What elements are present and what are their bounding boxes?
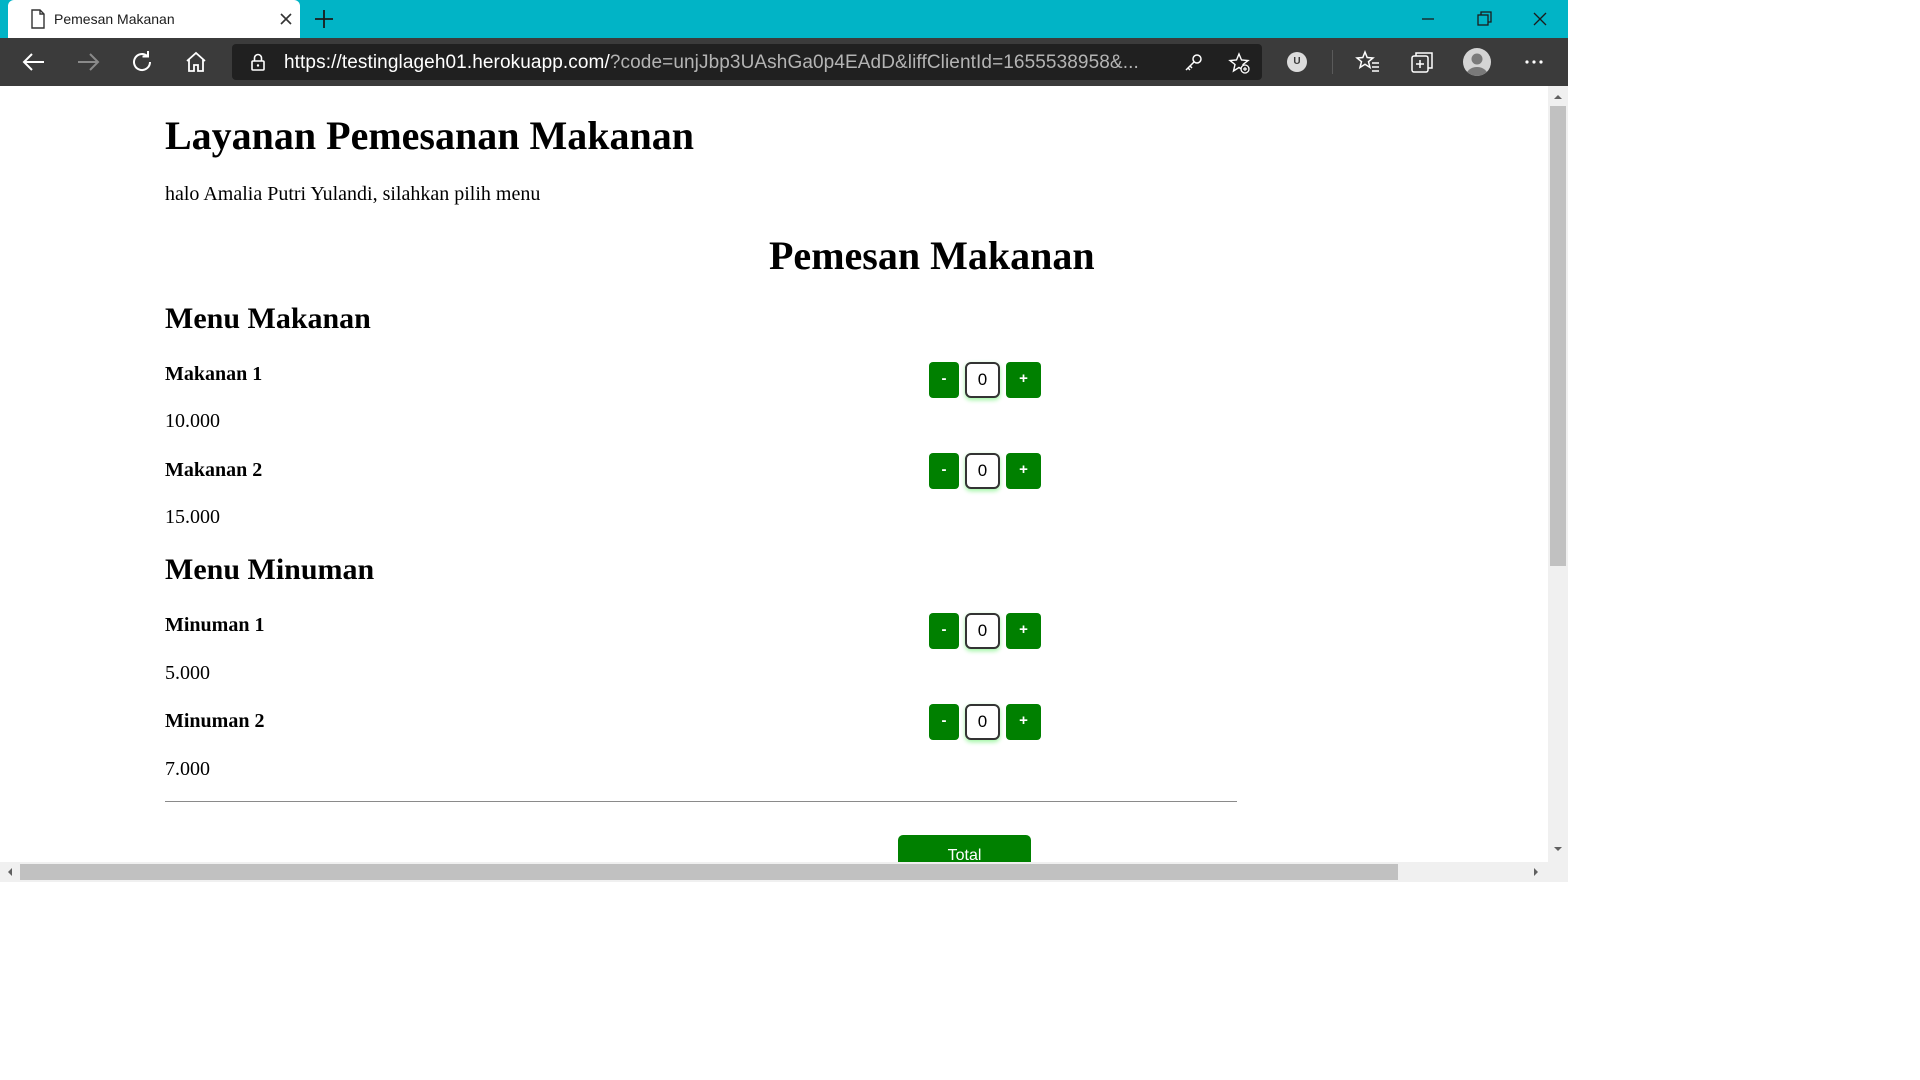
quantity-stepper: - 0 + [929,453,1041,489]
scroll-right-icon[interactable] [1530,866,1542,878]
item-name: Minuman 1 [165,614,265,636]
quantity-stepper: - 0 + [929,704,1041,740]
minimize-icon[interactable] [1416,7,1440,31]
increase-button[interactable]: + [1006,453,1041,489]
restore-icon[interactable] [1472,7,1496,31]
new-tab-icon[interactable] [312,7,336,31]
vertical-scroll-thumb[interactable] [1550,106,1566,566]
browser-tab[interactable]: Pemesan Makanan [8,0,300,38]
decrease-button[interactable]: - [929,704,959,740]
quantity-stepper: - 0 + [929,613,1041,649]
quantity-field[interactable]: 0 [965,613,1000,649]
section-heading-minuman: Menu Minuman [165,553,375,586]
scroll-left-icon[interactable] [4,866,16,878]
lock-icon[interactable] [248,52,268,72]
page-viewport: Layanan Pemesanan Makanan halo Amalia Pu… [0,86,1548,862]
tab-title: Pemesan Makanan [54,11,175,27]
increase-button[interactable]: + [1006,613,1041,649]
page-icon [31,9,45,29]
section-heading-makanan: Menu Makanan [165,302,371,335]
decrease-button[interactable]: - [929,613,959,649]
close-tab-icon[interactable] [276,9,296,29]
user-icon [1466,53,1488,76]
greeting-text: halo Amalia Putri Yulandi, silahkan pili… [165,183,541,205]
refresh-icon[interactable] [128,48,156,76]
scrollbar-corner [1548,862,1568,882]
item-price: 10.000 [165,410,220,432]
more-icon[interactable] [1520,48,1548,76]
address-bar[interactable]: https://testinglageh01.herokuapp.com/?co… [232,44,1262,80]
quantity-field[interactable]: 0 [965,704,1000,740]
increase-button[interactable]: + [1006,362,1041,398]
tab-strip: Pemesan Makanan [0,0,1568,38]
page-title: Layanan Pemesanan Makanan [165,113,694,158]
item-price: 5.000 [165,662,210,684]
extension-badge[interactable]: U [1287,52,1307,72]
decrease-button[interactable]: - [929,453,959,489]
quantity-field[interactable]: 0 [965,453,1000,489]
url-text[interactable]: https://testinglageh01.herokuapp.com/?co… [284,52,1139,74]
order-heading: Pemesan Makanan [769,233,1095,278]
favorites-icon[interactable] [1354,48,1382,76]
url-query: ?code=unjJbp3UAshGa0p4EAdD&liffClientId=… [609,52,1139,73]
browser-toolbar: https://testinglageh01.herokuapp.com/?co… [0,38,1568,86]
toolbar-separator [1332,50,1333,74]
item-name: Makanan 1 [165,363,263,385]
increase-button[interactable]: + [1006,704,1041,740]
horizontal-scroll-thumb[interactable] [20,864,1398,880]
quantity-field[interactable]: 0 [965,362,1000,398]
scroll-up-icon[interactable] [1552,91,1564,103]
item-price: 7.000 [165,758,210,780]
forward-icon[interactable] [74,48,102,76]
item-name: Makanan 2 [165,459,263,481]
quantity-stepper: - 0 + [929,362,1041,398]
home-icon[interactable] [182,48,210,76]
key-icon[interactable] [1182,52,1204,74]
decrease-button[interactable]: - [929,362,959,398]
collections-icon[interactable] [1408,48,1436,76]
item-price: 15.000 [165,506,220,528]
add-favorite-icon[interactable] [1228,52,1250,74]
divider [165,801,1237,802]
item-name: Minuman 2 [165,710,265,732]
close-window-icon[interactable] [1528,7,1552,31]
profile-avatar[interactable] [1463,48,1491,76]
url-host: https://testinglageh01.herokuapp.com/ [284,52,610,73]
scroll-down-icon[interactable] [1552,843,1564,855]
total-button[interactable]: Total [898,835,1031,862]
back-icon[interactable] [20,48,48,76]
